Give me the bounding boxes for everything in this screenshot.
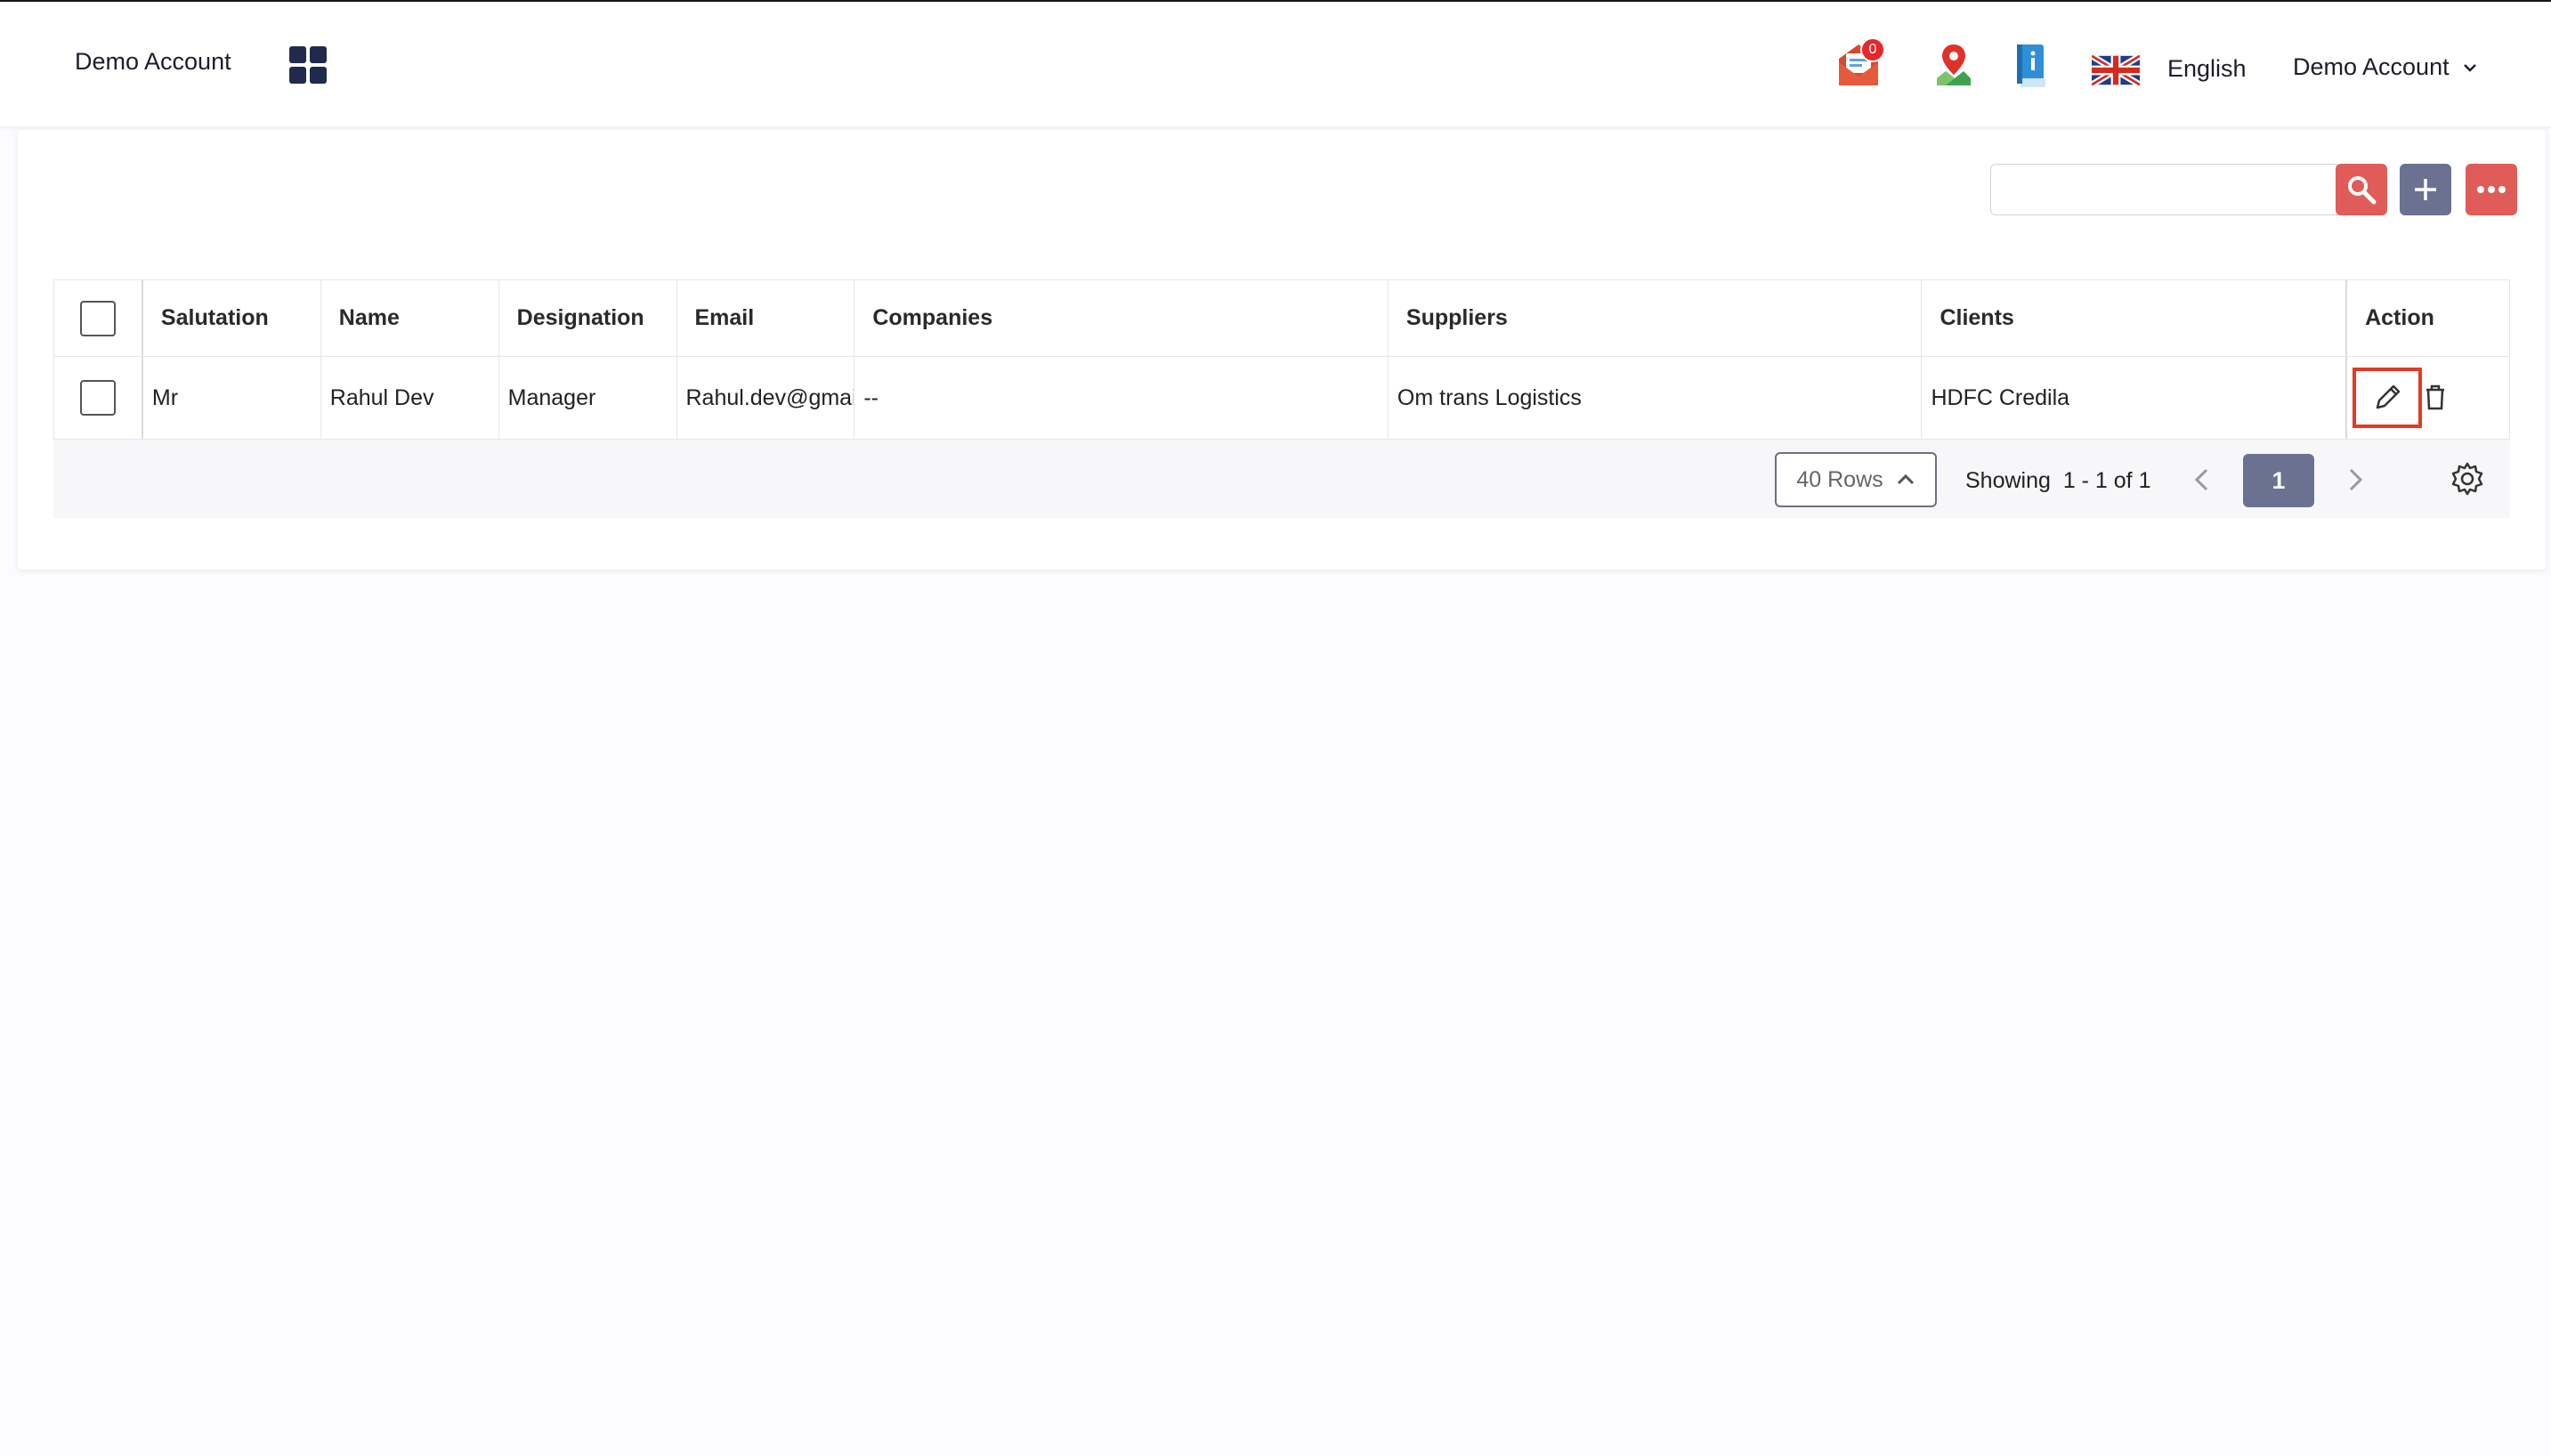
cell-email: Rahul.dev@gmail.com: [677, 357, 855, 439]
showing-label: Showing: [1965, 468, 2051, 493]
column-header-designation[interactable]: Designation: [499, 280, 677, 356]
cell-salutation: Mr: [143, 357, 321, 439]
cell-designation: Manager: [499, 357, 677, 439]
table-row[interactable]: Mr Rahul Dev Manager Rahul.dev@gmail.com…: [53, 356, 2510, 440]
cell-action: [2347, 357, 2509, 439]
contacts-table: Salutation Name Designation Email Compan…: [53, 279, 2510, 518]
column-header-email[interactable]: Email: [677, 280, 855, 356]
cell-companies: --: [854, 357, 1389, 439]
table-header: Salutation Name Designation Email Compan…: [53, 279, 2510, 356]
column-header-salutation[interactable]: Salutation: [143, 280, 321, 356]
cell-clients: HDFC Credila: [1922, 357, 2348, 439]
notification-badge: 0: [1860, 37, 1885, 62]
info-book-icon[interactable]: [2015, 43, 2047, 89]
more-options-button[interactable]: [2466, 164, 2517, 215]
uk-flag-icon[interactable]: [2092, 55, 2140, 85]
chevron-down-icon: [2463, 63, 2476, 72]
rows-per-page-label: 40 Rows: [1796, 466, 1883, 492]
language-selector[interactable]: English: [2167, 55, 2247, 83]
account-menu[interactable]: Demo Account: [2293, 53, 2478, 81]
row-checkbox[interactable]: [79, 380, 116, 416]
search-button[interactable]: [2336, 164, 2387, 215]
account-name: Demo Account: [2293, 53, 2450, 80]
chevron-left-icon[interactable]: [2191, 466, 2213, 493]
top-navbar: Demo Account 0 English Demo Account: [0, 2, 2551, 126]
cell-name: Rahul Dev: [321, 357, 499, 439]
gear-icon[interactable]: [2450, 461, 2485, 497]
trash-icon[interactable]: [2424, 384, 2447, 410]
select-all-checkbox[interactable]: [79, 300, 116, 336]
page-number-button[interactable]: 1: [2243, 454, 2314, 507]
column-header-companies[interactable]: Companies: [854, 280, 1389, 356]
edit-button[interactable]: [2353, 368, 2423, 428]
column-header-suppliers[interactable]: Suppliers: [1389, 280, 1923, 356]
map-pin-icon[interactable]: [1933, 43, 1974, 87]
column-header-action: Action: [2365, 305, 2434, 330]
cell-suppliers: Om trans Logistics: [1389, 357, 1923, 439]
add-button[interactable]: [2400, 164, 2451, 215]
contacts-card: Salutation Name Designation Email Compan…: [18, 130, 2546, 570]
pagination-summary: Showing 1 - 1 of 1: [1965, 468, 2150, 494]
plus-icon: [2415, 179, 2436, 200]
row-select-cell: [54, 357, 143, 439]
header-select-cell: [54, 280, 143, 356]
rows-per-page-select[interactable]: 40 Rows: [1775, 452, 1937, 507]
chevron-up-icon: [1897, 473, 1914, 485]
table-footer: 40 Rows Showing 1 - 1 of 1 1: [53, 440, 2510, 518]
column-header-clients[interactable]: Clients: [1922, 280, 2348, 356]
showing-range: 1 - 1 of 1: [2062, 468, 2151, 493]
search-icon: [2348, 176, 2377, 205]
brand-name[interactable]: Demo Account: [75, 48, 231, 76]
grid-icon[interactable]: [289, 46, 327, 84]
search-input[interactable]: [1990, 164, 2337, 215]
column-header-name[interactable]: Name: [321, 280, 499, 356]
pencil-icon: [2376, 384, 2401, 409]
chevron-right-icon[interactable]: [2344, 466, 2366, 493]
more-icon: [2477, 186, 2506, 193]
